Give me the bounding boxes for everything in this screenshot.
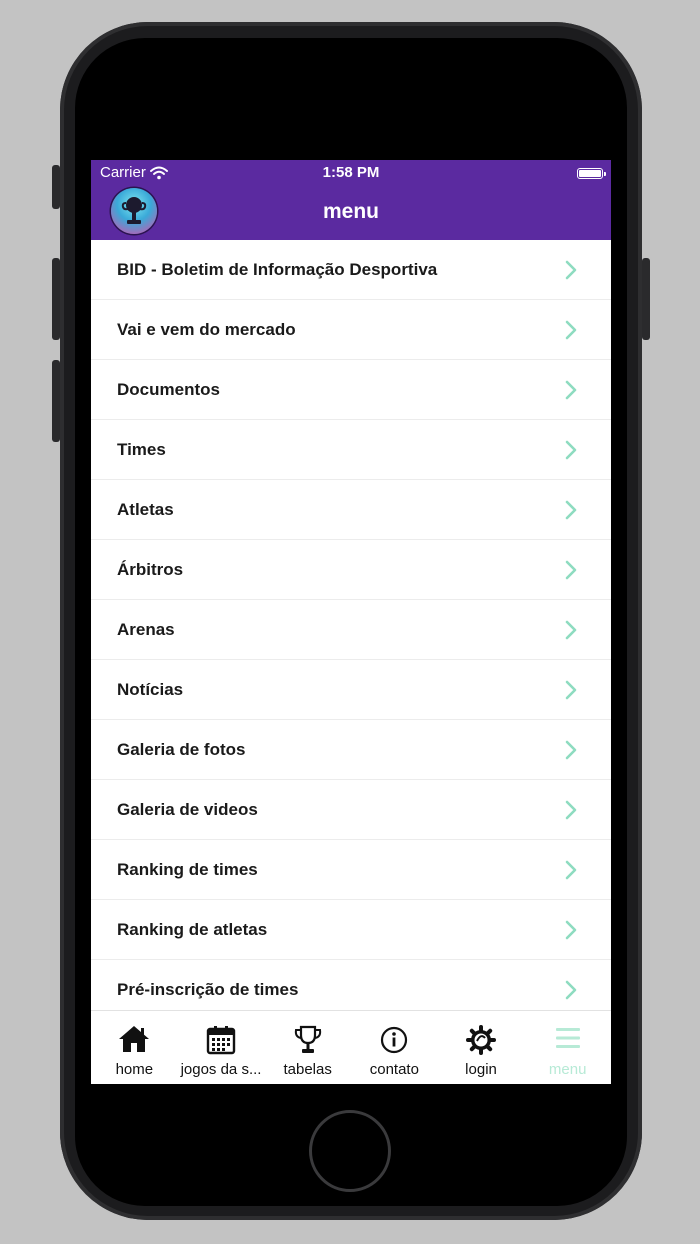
volume-up-button (52, 258, 60, 340)
chevron-right-icon (565, 440, 577, 460)
tab-label: login (465, 1061, 497, 1078)
menu-item-arenas[interactable]: Arenas (91, 600, 611, 660)
chevron-right-icon (565, 620, 577, 640)
menu-item-ranking-times[interactable]: Ranking de times (91, 840, 611, 900)
tab-tabelas[interactable]: tabelas (264, 1011, 351, 1084)
chevron-right-icon (565, 260, 577, 280)
menu-item-label: Galeria de videos (117, 799, 258, 819)
home-icon (119, 1026, 150, 1052)
menu-item-label: Arenas (117, 619, 175, 639)
menu-item-label: BID - Boletim de Informação Desportiva (117, 259, 438, 279)
gear-icon (466, 1025, 497, 1055)
menu-item-vai-e-vem[interactable]: Vai e vem do mercado (91, 300, 611, 360)
menu-item-arbitros[interactable]: Árbitros (91, 540, 611, 600)
menu-item-galeria-videos[interactable]: Galeria de videos (91, 780, 611, 840)
menu-item-label: Documentos (117, 379, 220, 399)
tab-label: contato (369, 1061, 419, 1078)
menu-item-label: Ranking de times (117, 859, 258, 879)
calendar-icon (206, 1026, 236, 1055)
menu-item-atletas[interactable]: Atletas (91, 480, 611, 540)
chevron-right-icon (565, 380, 577, 400)
menu-item-label: Galeria de fotos (117, 739, 246, 759)
volume-down-button (52, 360, 60, 442)
screen: Carrier 1:58 PM menu BID - Boletim de In… (91, 160, 611, 1084)
menu-list: BID - Boletim de Informação Desportiva V… (91, 240, 611, 1020)
home-button[interactable] (309, 1110, 391, 1192)
tab-label: menu (548, 1061, 587, 1078)
menu-item-times[interactable]: Times (91, 420, 611, 480)
menu-item-bid[interactable]: BID - Boletim de Informação Desportiva (91, 240, 611, 300)
menu-item-documentos[interactable]: Documentos (91, 360, 611, 420)
tab-label: home (115, 1061, 154, 1078)
chevron-right-icon (565, 500, 577, 520)
tab-label: jogos da s... (180, 1061, 262, 1078)
chevron-right-icon (565, 740, 577, 760)
chevron-right-icon (565, 920, 577, 940)
mute-switch (52, 165, 60, 209)
status-bar: Carrier 1:58 PM (91, 160, 611, 186)
menu-item-label: Ranking de atletas (117, 919, 268, 939)
chevron-right-icon (565, 980, 577, 1000)
tab-label: tabelas (283, 1061, 332, 1078)
tab-bar: home jogos da s... tabelas contato login… (91, 1010, 611, 1084)
menu-item-label: Atletas (117, 499, 174, 519)
navigation-header: Carrier 1:58 PM menu (91, 160, 611, 240)
tab-login[interactable]: login (438, 1011, 525, 1084)
status-time: 1:58 PM (322, 164, 380, 181)
chevron-right-icon (565, 680, 577, 700)
menu-item-label: Árbitros (117, 559, 184, 579)
menu-item-label: Pré-inscrição de times (117, 979, 299, 999)
tab-contato[interactable]: contato (351, 1011, 438, 1084)
tab-jogos[interactable]: jogos da s... (178, 1011, 265, 1084)
menu-item-label: Notícias (117, 679, 184, 699)
page-title: menu (322, 200, 379, 223)
tab-home[interactable]: home (91, 1011, 178, 1084)
info-icon (381, 1026, 408, 1054)
menu-item-ranking-atletas[interactable]: Ranking de atletas (91, 900, 611, 960)
menu-item-noticias[interactable]: Notícias (91, 660, 611, 720)
menu-item-label: Vai e vem do mercado (117, 319, 296, 339)
menu-item-galeria-fotos[interactable]: Galeria de fotos (91, 720, 611, 780)
trophy-icon (294, 1025, 321, 1053)
battery-icon (577, 168, 606, 179)
tab-menu[interactable]: menu (524, 1011, 611, 1084)
chevron-right-icon (565, 560, 577, 580)
chevron-right-icon (565, 860, 577, 880)
chevron-right-icon (565, 800, 577, 820)
menu-icon (555, 1028, 580, 1048)
menu-item-label: Times (117, 439, 166, 459)
power-button (642, 258, 650, 340)
chevron-right-icon (565, 320, 577, 340)
